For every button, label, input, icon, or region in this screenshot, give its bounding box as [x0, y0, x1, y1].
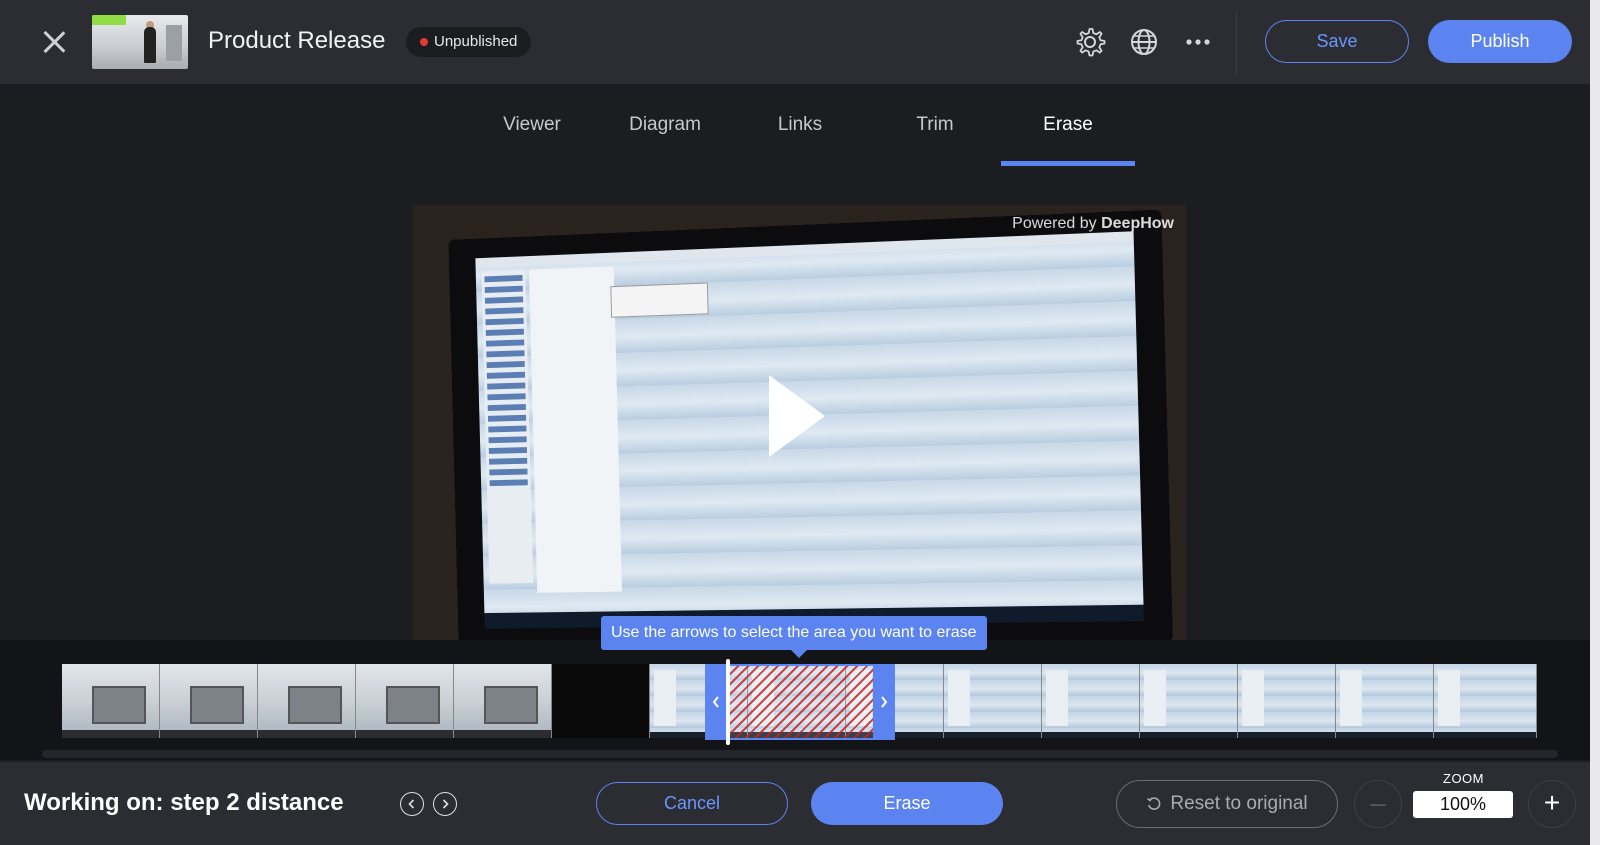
reset-to-original-button[interactable]: Reset to original [1116, 780, 1338, 828]
settings-gear-icon[interactable] [1072, 24, 1108, 60]
watermark-brand: DeepHow [1101, 215, 1174, 232]
selection-handle-right[interactable] [873, 664, 895, 740]
chevron-right-icon [881, 696, 888, 708]
erase-button[interactable]: Erase [811, 782, 1003, 825]
erase-selection[interactable] [705, 664, 895, 740]
tab-trim[interactable]: Trim [910, 114, 960, 136]
playhead[interactable] [726, 659, 730, 745]
page-title: Product Release [208, 27, 386, 54]
reset-label: Reset to original [1170, 793, 1308, 814]
video-player[interactable]: Powered by DeepHow [413, 205, 1186, 640]
plus-icon: + [1543, 787, 1561, 818]
chevron-left-icon [408, 799, 415, 809]
timeline-frame [160, 664, 258, 738]
timeline-frame [454, 664, 552, 738]
timeline-frame [1336, 664, 1434, 738]
timeline-frame [62, 664, 160, 738]
minus-icon: – [1370, 787, 1386, 818]
header-divider [1236, 10, 1237, 76]
video-thumbnail [92, 15, 188, 69]
status-dot [420, 38, 428, 46]
active-tab-indicator [1001, 161, 1135, 166]
zoom-out-button[interactable]: – [1354, 780, 1402, 828]
timeline-frame [944, 664, 1042, 738]
status-badge: Unpublished [406, 27, 532, 57]
timeline-frame [1042, 664, 1140, 738]
previous-step-button[interactable] [400, 792, 424, 816]
zoom-input[interactable] [1413, 791, 1513, 818]
cancel-button[interactable]: Cancel [596, 782, 788, 825]
chevron-right-icon [442, 799, 449, 809]
erase-selection-area [727, 666, 873, 738]
zoom-label: ZOOM [1443, 771, 1484, 786]
tab-erase[interactable]: Erase [1038, 114, 1098, 136]
working-on-label: Working on: step 2 distance [24, 789, 344, 816]
timeline-scrollbar[interactable] [42, 750, 1558, 758]
reset-icon [1147, 797, 1161, 810]
video-watermark: Powered by DeepHow [1012, 215, 1174, 233]
status-label: Unpublished [434, 33, 518, 50]
next-step-button[interactable] [433, 792, 457, 816]
window-edge [1590, 0, 1600, 845]
play-icon[interactable] [767, 373, 827, 459]
timeline-frame [1434, 664, 1537, 738]
tab-links[interactable]: Links [772, 114, 828, 136]
tab-viewer[interactable]: Viewer [494, 114, 570, 136]
zoom-in-button[interactable]: + [1528, 780, 1576, 828]
timeline-frame [552, 664, 650, 738]
top-bar: Product Release Unpublished Save Publish [0, 0, 1600, 84]
close-icon[interactable] [38, 26, 70, 58]
publish-button[interactable]: Publish [1428, 20, 1572, 63]
timeline-frame [1238, 664, 1336, 738]
selection-handle-left[interactable] [705, 664, 727, 740]
timeline-frame [258, 664, 356, 738]
timeline-frame [356, 664, 454, 738]
chevron-left-icon [712, 696, 719, 708]
globe-icon[interactable] [1126, 24, 1162, 60]
watermark-prefix: Powered by [1012, 215, 1102, 232]
more-dots-icon[interactable] [1180, 24, 1216, 60]
tab-diagram[interactable]: Diagram [624, 114, 706, 136]
erase-hint-tooltip: Use the arrows to select the area you wa… [601, 616, 987, 658]
timeline-frame [1140, 664, 1238, 738]
save-button[interactable]: Save [1265, 20, 1409, 63]
